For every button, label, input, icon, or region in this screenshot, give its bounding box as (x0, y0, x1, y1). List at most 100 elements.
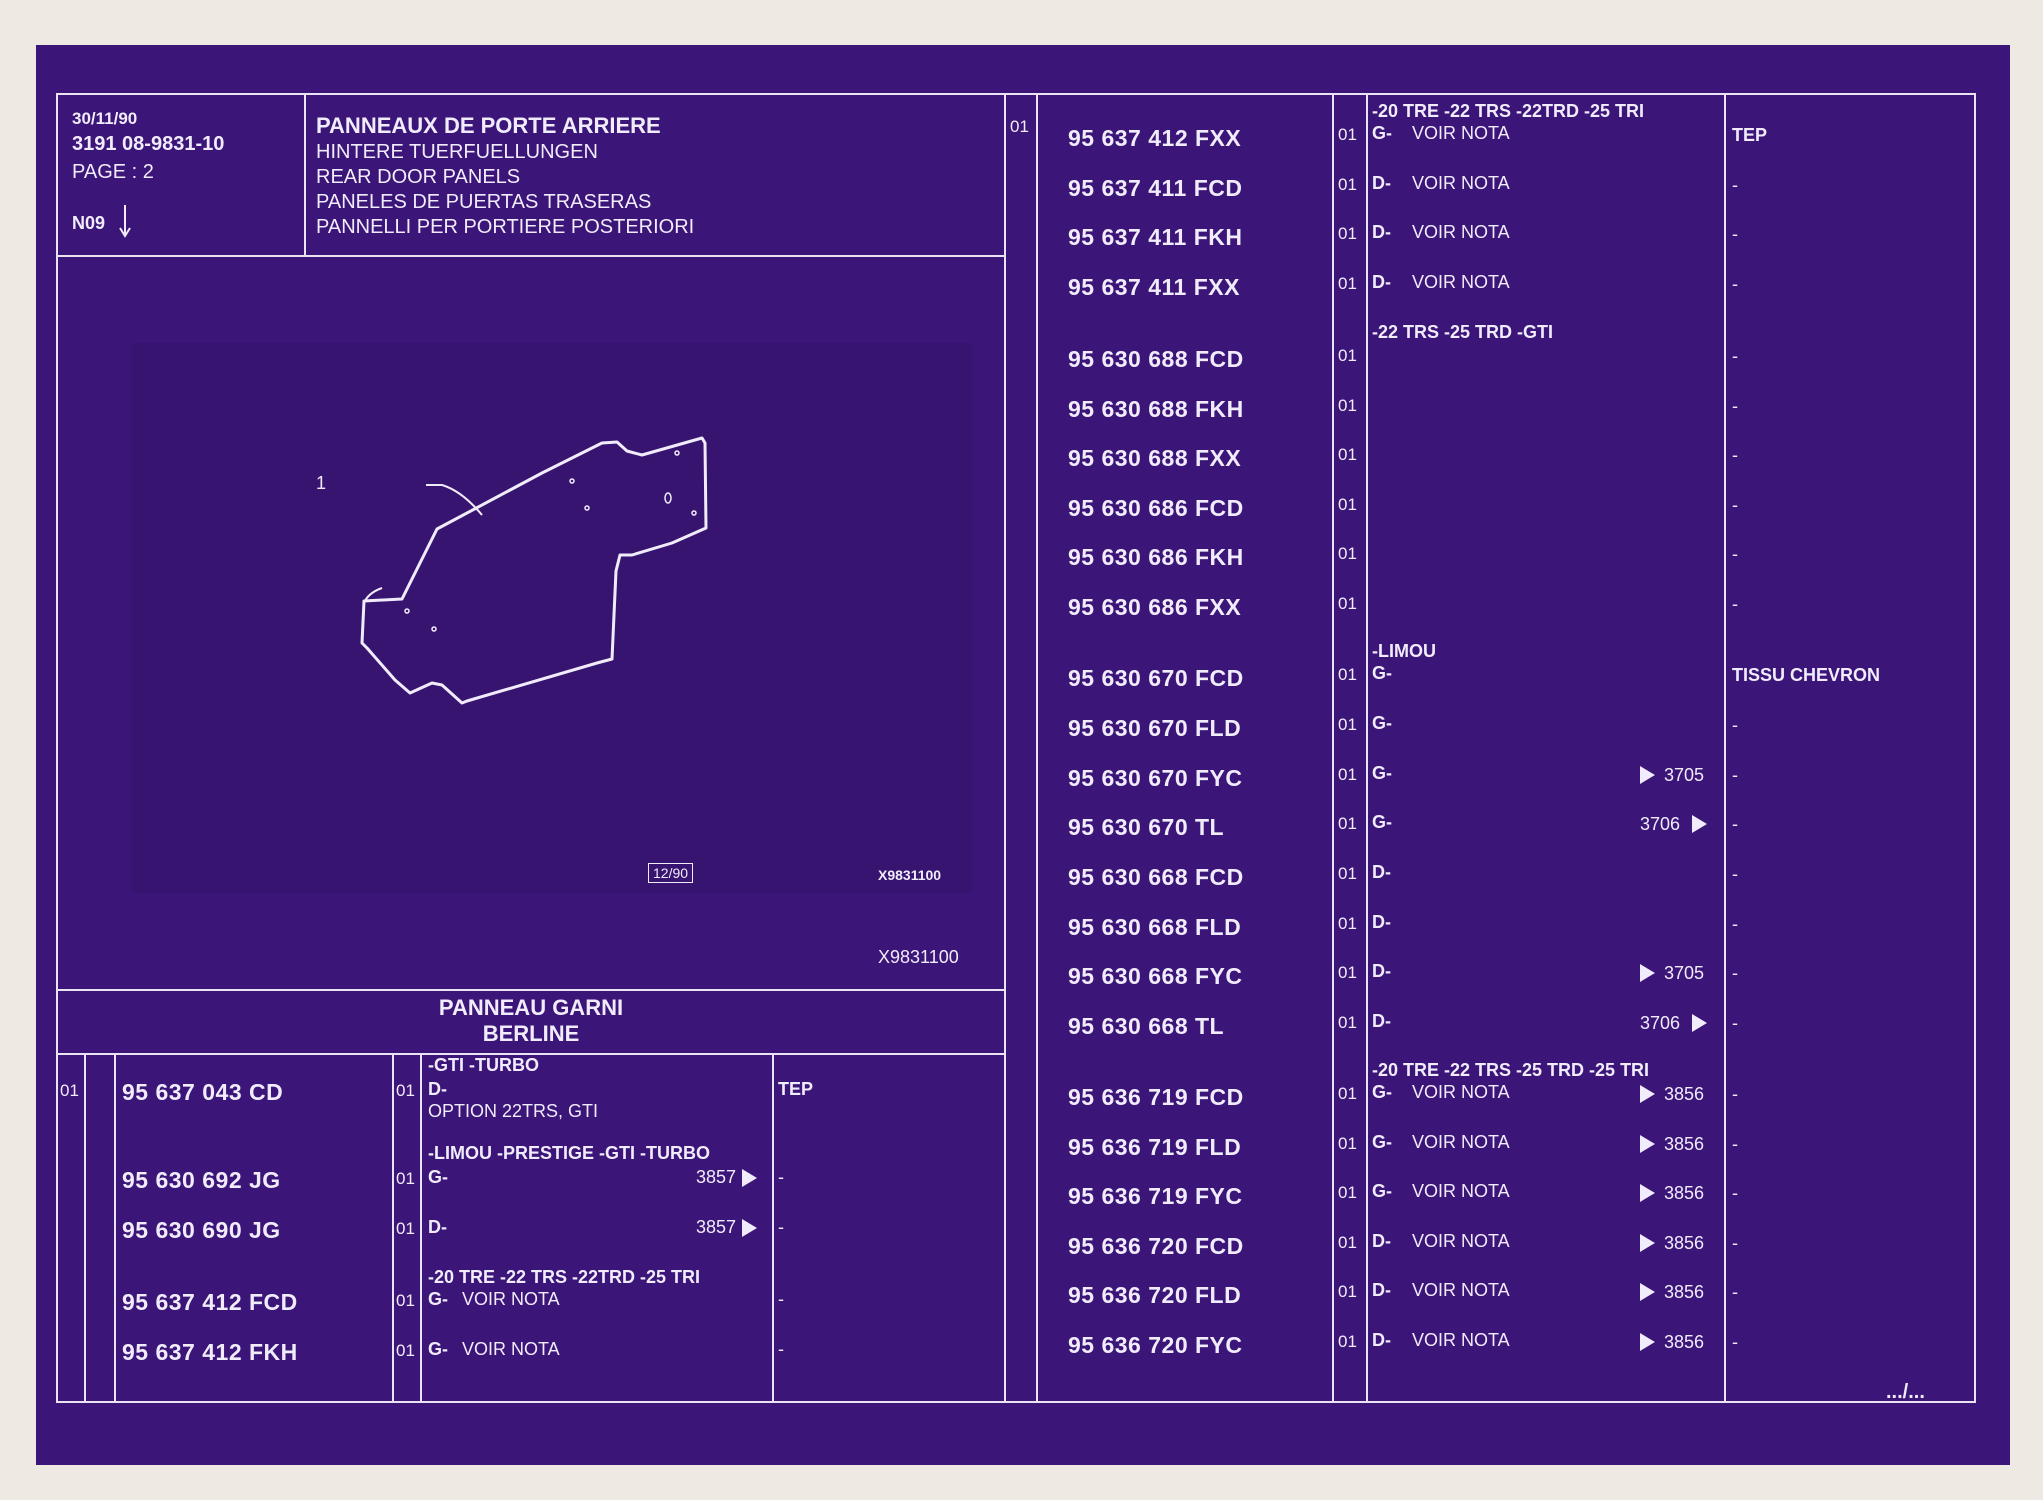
part-number: 95 636 719 FLD (1068, 1134, 1242, 1160)
row-heading: -22 TRS -25 TRD -GTI (1372, 322, 1554, 342)
ref-page: 3705 (1664, 765, 1705, 785)
side: D- (1372, 1011, 1391, 1031)
left-col-line (84, 1053, 86, 1403)
note: VOIR NOTA (1412, 123, 1510, 143)
right-ref-col: 01 (1010, 117, 1029, 136)
qty: 01 (1338, 665, 1357, 684)
row-heading: -20 TRE -22 TRS -22TRD -25 TRI (428, 1267, 701, 1287)
column-divider (1004, 93, 1006, 1403)
ref-page: 3706 (1640, 1013, 1681, 1033)
triangle-arrow-icon (1640, 964, 1655, 982)
side: G- (428, 1289, 448, 1309)
page-number: PAGE : 2 (72, 161, 154, 183)
qty: 01 (1338, 224, 1357, 243)
part-number: 95 637 412 FXX (1068, 125, 1242, 151)
qty: 01 (1338, 125, 1357, 144)
date: 30/11/90 (72, 109, 138, 128)
part-number: 95 630 692 JG (122, 1167, 281, 1193)
remark: - (1732, 1233, 1738, 1253)
qty: 01 (1338, 175, 1357, 194)
remark: - (1732, 346, 1738, 366)
qty: 01 (1338, 1183, 1357, 1202)
note: VOIR NOTA (1412, 1231, 1510, 1251)
triangle-arrow-icon (742, 1169, 757, 1187)
part-number: 95 630 668 FYC (1068, 963, 1243, 989)
part-number: 95 630 670 FCD (1068, 665, 1244, 691)
ref-page: 3857 (696, 1167, 737, 1187)
remark: - (1732, 1134, 1738, 1154)
part-number: 95 637 411 FCD (1068, 175, 1243, 201)
qty: 01 (1338, 495, 1357, 514)
qty: 01 (1338, 274, 1357, 293)
remark: TEP (1732, 125, 1768, 145)
left-col-line (420, 1053, 422, 1403)
qty: 01 (1338, 445, 1357, 464)
right-col-line (1036, 93, 1038, 1403)
qty: 01 (1338, 864, 1357, 883)
triangle-arrow-icon (1640, 1283, 1655, 1301)
remark: - (1732, 495, 1738, 515)
side: D- (1372, 862, 1391, 882)
section-code: N09 (72, 213, 106, 233)
part-number: 95 630 688 FKH (1068, 396, 1244, 422)
left-col-line (114, 1053, 116, 1403)
title-it: PANNELLI PER PORTIERE POSTERIORI (316, 216, 695, 238)
part-number: 95 636 720 FYC (1068, 1332, 1243, 1358)
right-col-line (1332, 93, 1334, 1403)
part-number: 95 637 412 FCD (122, 1289, 298, 1315)
left-ref-col: 01 (60, 1081, 79, 1100)
qty: 01 (1338, 963, 1357, 982)
remark: - (1732, 864, 1738, 884)
title-fr: PANNEAUX DE PORTE ARRIERE (316, 113, 661, 138)
ref-page: 3856 (1664, 1084, 1705, 1104)
remark: - (1732, 1332, 1738, 1352)
side: G- (1372, 1132, 1392, 1152)
side: D- (1372, 272, 1391, 292)
part-number: 95 630 670 FLD (1068, 715, 1242, 741)
qty: 01 (1338, 715, 1357, 734)
qty: 01 (1338, 1013, 1357, 1032)
remark: - (1732, 274, 1738, 294)
ref-page: 3856 (1664, 1134, 1705, 1154)
title-es: PANELES DE PUERTAS TRASERAS (316, 191, 652, 213)
side: D- (1372, 1231, 1391, 1251)
part-number: 95 636 720 FCD (1068, 1233, 1244, 1259)
left-col-line (392, 1053, 394, 1403)
note: VOIR NOTA (1412, 1280, 1510, 1300)
door-panel-drawing (360, 436, 708, 705)
part-number: 95 630 690 JG (122, 1217, 281, 1243)
part-number: 95 630 688 FXX (1068, 445, 1242, 471)
qty: 01 (1338, 814, 1357, 833)
note: VOIR NOTA (462, 1289, 560, 1309)
part-number: 95 630 668 TL (1068, 1013, 1225, 1039)
side: D- (428, 1217, 447, 1237)
section-subtitle: BERLINE (482, 1021, 580, 1046)
side: D- (1372, 1280, 1391, 1300)
part-number: 95 630 688 FCD (1068, 346, 1244, 372)
remark: - (778, 1339, 784, 1359)
part-number: 95 636 719 FYC (1068, 1183, 1243, 1209)
side: D- (1372, 1330, 1391, 1350)
triangle-arrow-icon (1692, 815, 1707, 833)
left-col-line (772, 1053, 774, 1403)
remark: - (1732, 1183, 1738, 1203)
side: G- (428, 1339, 448, 1359)
qty: 01 (396, 1291, 415, 1310)
right-col-line (1724, 93, 1726, 1403)
title-de: HINTERE TUERFUELLUNGEN (316, 141, 598, 163)
triangle-arrow-icon (1640, 766, 1655, 784)
side: G- (1372, 123, 1392, 143)
qty: 01 (1338, 346, 1357, 365)
part-number: 95 630 686 FKH (1068, 544, 1244, 570)
remark: - (1732, 544, 1738, 564)
qty: 01 (1338, 765, 1357, 784)
header-bottom-line (56, 255, 1006, 257)
remark: - (1732, 594, 1738, 614)
remark: - (778, 1217, 784, 1237)
note: VOIR NOTA (1412, 1132, 1510, 1152)
side: G- (1372, 1082, 1392, 1102)
triangle-arrow-icon (742, 1219, 757, 1237)
qty: 01 (1338, 1332, 1357, 1351)
triangle-arrow-icon (1640, 1184, 1655, 1202)
ref-page: 3857 (696, 1217, 737, 1237)
